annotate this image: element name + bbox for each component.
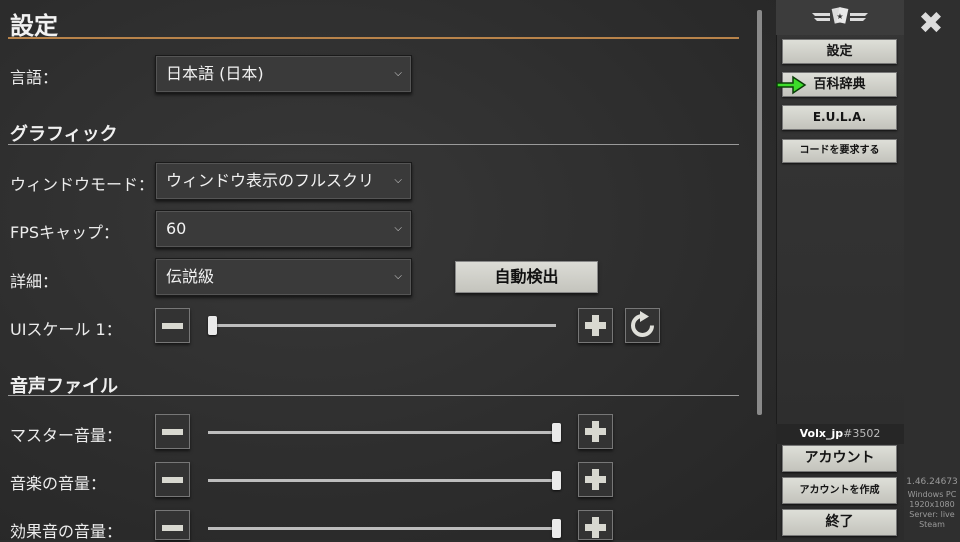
page-title: 設定 [10, 12, 58, 40]
language-select[interactable]: 日本語 (日本) ⌵ [155, 55, 412, 93]
ui-scale-increase-button[interactable] [578, 308, 613, 343]
quit-button[interactable]: 終了 [782, 509, 897, 536]
pointer-arrow-icon [776, 75, 807, 95]
language-value: 日本語 (日本) [166, 64, 264, 83]
ui-scale-decrease-button[interactable] [155, 308, 190, 343]
user-tag: #3502 [843, 427, 881, 440]
graphics-section-header: グラフィック [10, 124, 118, 145]
detail-label: 詳細： [10, 272, 59, 291]
sfx-volume-increase-button[interactable] [578, 510, 613, 540]
slider-track [208, 479, 556, 482]
slider-track [208, 431, 556, 434]
slider-thumb[interactable] [208, 316, 217, 335]
section-divider [8, 144, 739, 145]
create-account-button[interactable]: アカウントを作成 [782, 477, 897, 504]
detail-value: 伝説級 [166, 267, 215, 286]
fps-cap-label: FPSキャップ： [10, 223, 120, 242]
ui-scale-reset-button[interactable] [625, 308, 660, 343]
minus-icon [162, 323, 183, 329]
svg-text:★: ★ [836, 12, 843, 21]
section-divider [8, 395, 739, 396]
settings-pane: 設定 言語： 日本語 (日本) ⌵ グラフィック ウィンドウモード： ウィンドウ… [0, 0, 776, 541]
window-mode-select[interactable]: ウィンドウ表示のフルスクリ ⌵ [155, 162, 412, 200]
music-volume-label: 音楽の音量： [10, 474, 107, 493]
language-label: 言語： [10, 68, 59, 87]
sfx-volume-slider[interactable] [208, 517, 563, 539]
account-button[interactable]: アカウント [782, 445, 897, 472]
server-text: Server: live [909, 510, 955, 519]
title-divider [8, 37, 739, 39]
settings-nav-button[interactable]: 設定 [782, 39, 897, 64]
slider-thumb[interactable] [552, 423, 561, 442]
slider-track [208, 527, 556, 530]
minus-icon [162, 525, 183, 531]
chevron-down-icon: ⌵ [394, 271, 402, 282]
request-code-button[interactable]: コードを要求する [782, 139, 897, 163]
minus-icon [162, 477, 183, 483]
slider-track [208, 324, 556, 327]
username: Volx_jp [799, 427, 844, 440]
platform-text: Windows PC [907, 490, 957, 499]
music-volume-slider[interactable] [208, 469, 563, 491]
side-strip [904, 0, 960, 540]
fps-cap-select[interactable]: 60 ⌵ [155, 210, 412, 248]
ui-scale-label: UIスケール 1： [10, 320, 122, 339]
user-id: Volx_jp#3502 [776, 424, 904, 444]
music-volume-increase-button[interactable] [578, 462, 613, 497]
scrollbar[interactable] [757, 10, 762, 415]
slider-thumb[interactable] [552, 471, 561, 490]
chevron-down-icon: ⌵ [394, 175, 402, 186]
auto-detect-button[interactable]: 自動検出 [455, 261, 598, 293]
window-mode-value: ウィンドウ表示のフルスクリ [166, 171, 375, 190]
sfx-volume-decrease-button[interactable] [155, 510, 190, 540]
window-mode-label: ウィンドウモード： [10, 175, 155, 194]
master-volume-slider[interactable] [208, 421, 563, 443]
eula-nav-button[interactable]: E.U.L.A. [782, 105, 897, 130]
reset-icon [631, 311, 654, 337]
master-volume-decrease-button[interactable] [155, 414, 190, 449]
ui-scale-slider[interactable] [208, 314, 556, 336]
close-icon[interactable]: ✖ [918, 9, 944, 39]
music-volume-decrease-button[interactable] [155, 462, 190, 497]
resolution-text: 1920x1080 [909, 500, 955, 509]
card-wings-logo-icon: ★ [812, 7, 868, 24]
sfx-volume-label: 効果音の音量： [10, 522, 123, 541]
store-text: Steam [919, 520, 945, 529]
nav-panel-header: ★ [776, 0, 904, 35]
chevron-down-icon: ⌵ [394, 223, 402, 234]
minus-icon [162, 429, 183, 435]
fps-cap-value: 60 [166, 219, 187, 238]
chevron-down-icon: ⌵ [394, 68, 402, 79]
master-volume-label: マスター音量： [10, 426, 123, 445]
master-volume-increase-button[interactable] [578, 414, 613, 449]
version-text: 1.46.24673 [906, 477, 958, 487]
slider-thumb[interactable] [552, 519, 561, 538]
detail-select[interactable]: 伝説級 ⌵ [155, 258, 412, 296]
